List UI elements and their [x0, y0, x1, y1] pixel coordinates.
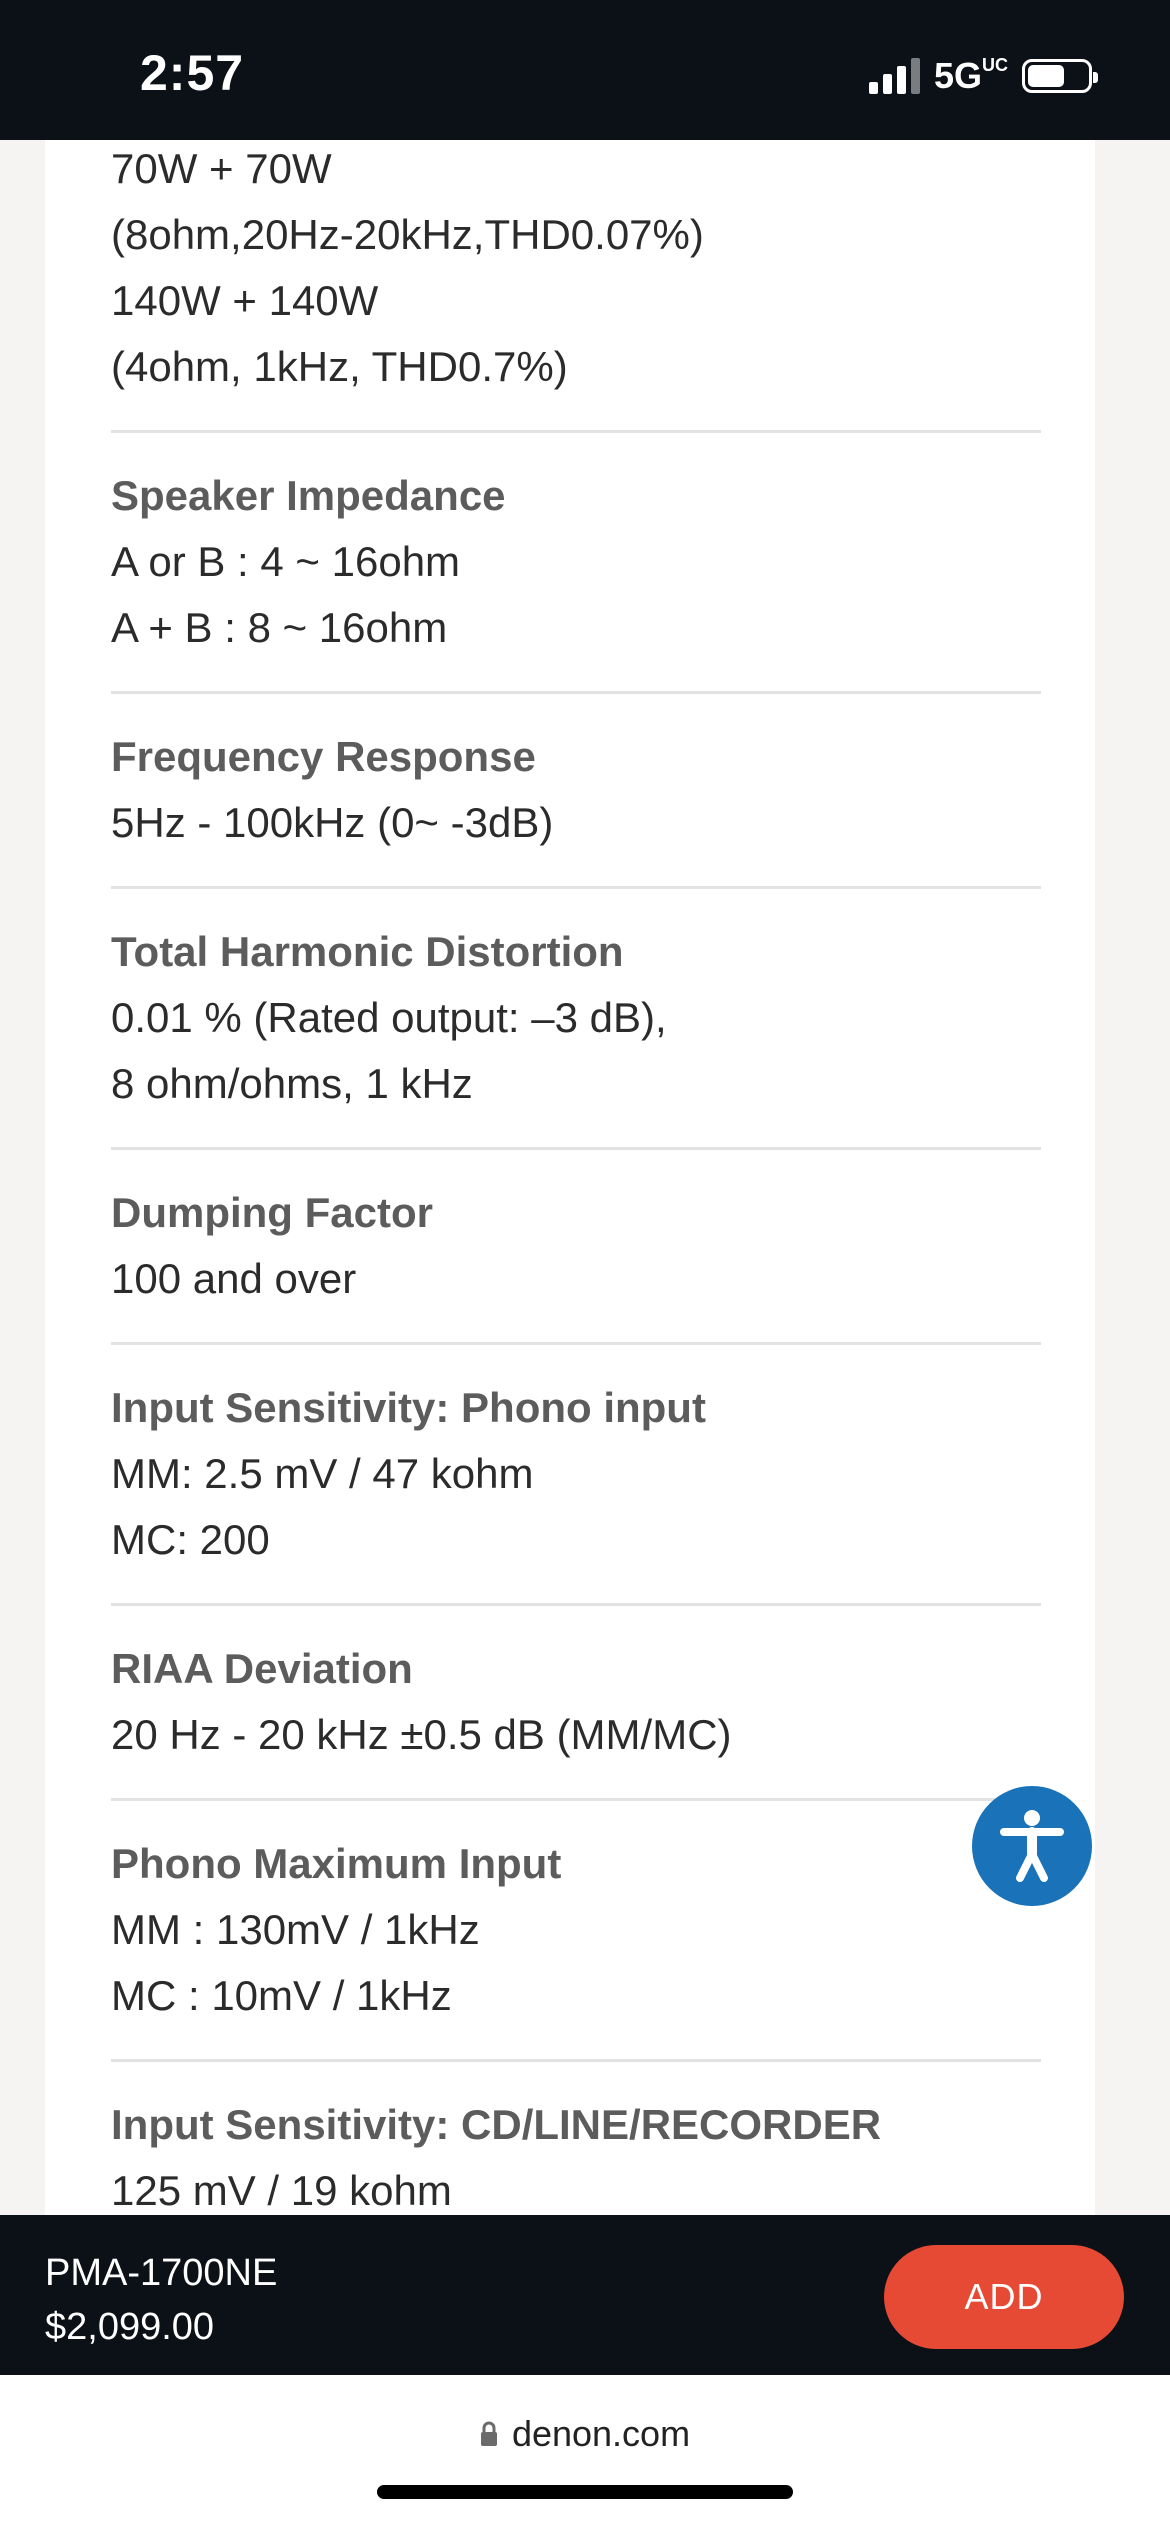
product-name: PMA-1700NE — [45, 2252, 278, 2294]
spec-value: (4ohm, 1kHz, THD0.7%) — [111, 343, 568, 390]
spec-value: MM : 130mV / 1kHz — [111, 1906, 480, 1953]
spec-value: 5Hz - 100kHz (0~ -3dB) — [111, 799, 554, 846]
network-label: 5GUC — [933, 55, 1008, 96]
battery-icon — [1022, 59, 1098, 93]
signal-icon — [868, 58, 920, 94]
add-to-cart-button[interactable]: ADD — [884, 2245, 1124, 2349]
network-suffix: UC — [982, 55, 1008, 75]
spec-title: Dumping Factor — [111, 1189, 433, 1236]
spec-title: Total Harmonic Distortion — [111, 928, 624, 975]
spec-value: MC : 10mV / 1kHz — [111, 1972, 452, 2019]
spec-title: Speaker Impedance — [111, 472, 506, 519]
status-time: 2:57 — [140, 45, 245, 101]
spec-value: A or B : 4 ~ 16ohm — [111, 538, 461, 585]
spec-item: Input Sensitivity: Phono input MM: 2.5 mV… — [111, 1345, 1041, 1606]
spec-value: 20 Hz - 20 kHz ±0.5 dB (MM/MC) — [111, 1711, 732, 1758]
cart-bar: PMA-1700NE $2,099.00 ADD — [0, 2215, 1170, 2375]
spec-value: 8 ohm/ohms, 1 kHz — [111, 1060, 473, 1107]
product-price: $2,099.00 — [45, 2306, 215, 2348]
spec-value: MC: 200 — [111, 1516, 270, 1563]
lock-icon — [480, 2421, 497, 2446]
battery-fill — [1028, 65, 1064, 87]
spec-item: Phono Maximum Input MM : 130mV / 1kHz MC :… — [111, 1801, 1041, 2062]
spec-title: Input Sensitivity: Phono input — [111, 1384, 706, 1431]
spec-item: Frequency Response 5Hz - 100kHz (0~ -3dB) — [111, 694, 1041, 889]
spec-value: 0.01 % (Rated output: –3 dB), — [111, 994, 667, 1041]
spec-title: Input Sensitivity: CD/LINE/RECORDER — [111, 2101, 882, 2148]
spec-value: 140W + 140W — [111, 277, 379, 324]
status-indicators: 5GUC — [868, 55, 1098, 96]
spec-value: MM: 2.5 mV / 47 kohm — [111, 1450, 534, 1497]
spec-item: 70W + 70W (8ohm,20Hz-20kHz,THD0.07%) 140W … — [111, 140, 1041, 433]
status-bar: 2:57 5GUC — [0, 0, 1170, 140]
spec-value: 100 and over — [111, 1255, 357, 1302]
spec-list: 70W + 70W (8ohm,20Hz-20kHz,THD0.07%) 140W … — [111, 140, 1041, 2215]
spec-item: Total Harmonic Distortion 0.01 % (Rated o… — [111, 889, 1041, 1150]
spec-value: A + B : 8 ~ 16ohm — [111, 604, 448, 651]
url-text[interactable]: denon.com — [512, 2413, 690, 2455]
spec-title: RIAA Deviation — [111, 1645, 413, 1692]
spec-title: Phono Maximum Input — [111, 1840, 562, 1887]
browser-url-bar[interactable]: denon.com — [0, 2375, 1170, 2532]
home-indicator — [377, 2485, 793, 2499]
spec-item: Dumping Factor 100 and over — [111, 1150, 1041, 1345]
spec-item: RIAA Deviation 20 Hz - 20 kHz ±0.5 dB (MM… — [111, 1606, 1041, 1801]
accessibility-icon — [1000, 1810, 1064, 1882]
spec-item: Input Sensitivity: CD/LINE/RECORDER 125 m… — [111, 2062, 1041, 2215]
spec-value: (8ohm,20Hz-20kHz,THD0.07%) — [111, 211, 704, 258]
spec-title: Frequency Response — [111, 733, 536, 780]
accessibility-button[interactable] — [972, 1786, 1092, 1906]
spec-card: 70W + 70W (8ohm,20Hz-20kHz,THD0.07%) 140W … — [45, 140, 1095, 2215]
url-wrap[interactable]: denon.com — [0, 2413, 1170, 2455]
spec-item: Speaker Impedance A or B : 4 ~ 16ohm A + B… — [111, 433, 1041, 694]
spec-value: 70W + 70W — [111, 145, 332, 192]
spec-value: 125 mV / 19 kohm — [111, 2167, 452, 2214]
